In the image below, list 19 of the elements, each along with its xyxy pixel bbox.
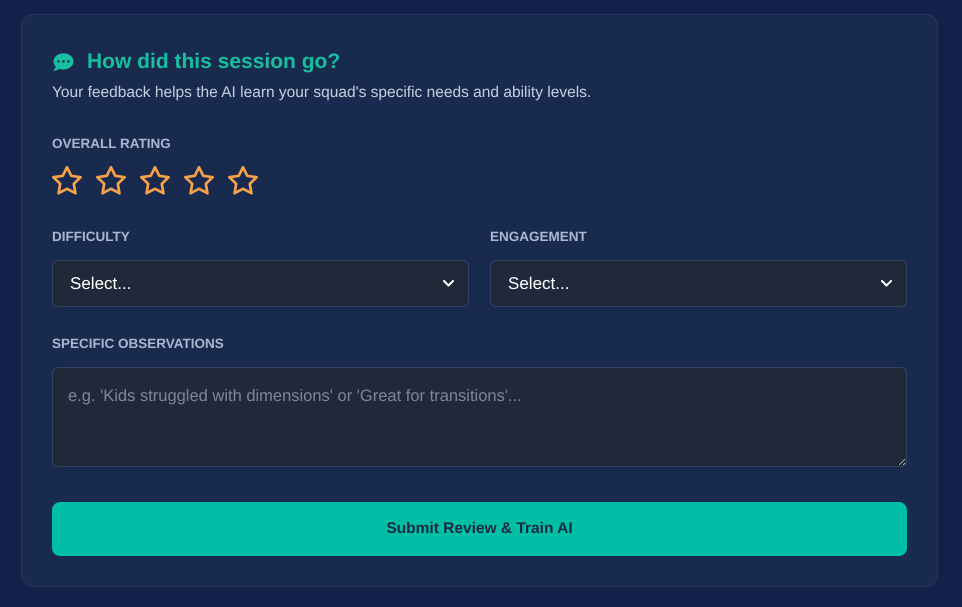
dropdown-select[interactable]: Select... [490,260,907,307]
select-label: ENGAGEMENT [490,228,587,246]
star-icon[interactable] [184,166,214,195]
star-icon[interactable] [140,166,170,195]
observations-label: SPECIFIC OBSERVATIONS [52,335,224,353]
observations-field[interactable]: e.g. 'Kids struggled with dimensions' or 'Great for transitions'... [52,367,907,467]
card-title: How did this session go? [87,49,340,75]
star-icon[interactable] [228,166,258,195]
card-subtitle: Your feedback helps the AI learn your squad's specific needs and ability levels. [52,83,592,103]
submit-button[interactable]: Submit Review & Train AI [52,502,907,556]
dropdown-select[interactable]: Select... [52,260,469,307]
select-label: DIFFICULTY [52,228,130,246]
star-rating[interactable] [52,166,258,195]
star-icon[interactable] [52,166,82,195]
rating-label: OVERALL RATING [52,135,171,153]
chevron-down-icon [443,280,454,287]
star-icon[interactable] [96,166,126,195]
chevron-down-icon [881,280,892,287]
chat-bubble-icon [52,52,75,72]
